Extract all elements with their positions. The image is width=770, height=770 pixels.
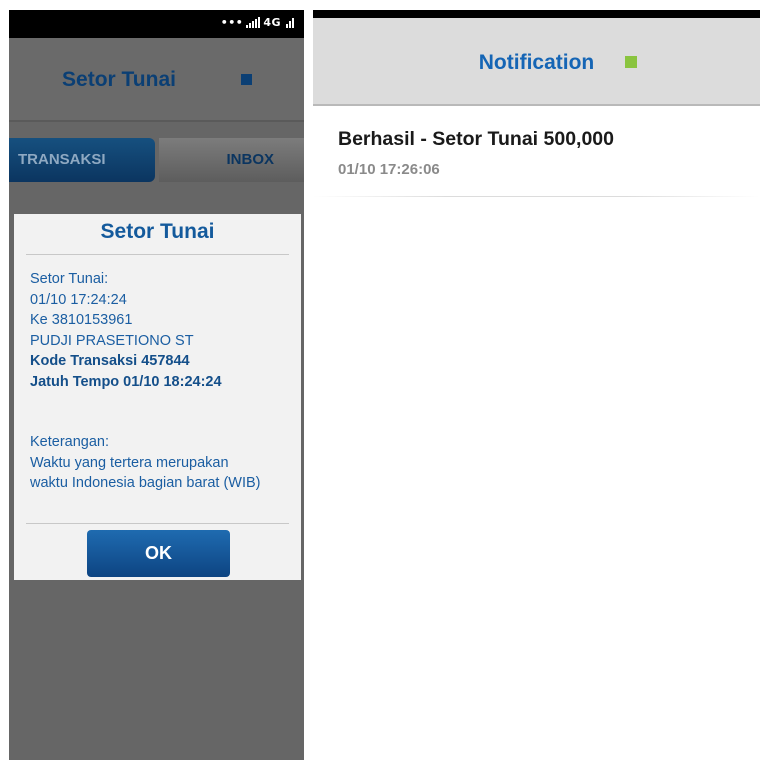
tab-transaksi[interactable]: TRANSAKSI bbox=[9, 138, 155, 182]
note-line: Keterangan: bbox=[30, 434, 110, 450]
transaction-code: Kode Transaksi 457844 bbox=[30, 353, 190, 369]
due-time: Jatuh Tempo 01/10 18:24:24 bbox=[30, 373, 222, 390]
more-dots-icon: ••• bbox=[220, 16, 244, 29]
dialog-line: PUDJI PRASETIONO ST bbox=[30, 332, 194, 349]
dialog-title-divider bbox=[26, 254, 289, 255]
notification-item-time: 01/10 17:26:06 bbox=[338, 161, 440, 178]
green-square-indicator-icon bbox=[625, 56, 637, 68]
square-indicator-icon bbox=[241, 74, 252, 85]
notification-item-title: Berhasil - Setor Tunai 500,000 bbox=[338, 128, 614, 150]
network-type-label: 4G bbox=[263, 16, 281, 29]
notification-title: Notification bbox=[478, 51, 595, 74]
notification-item[interactable]: Berhasil - Setor Tunai 500,000 01/10 17:… bbox=[313, 106, 760, 198]
list-divider bbox=[313, 196, 760, 197]
note-line: Waktu yang tertera merupakan bbox=[30, 454, 229, 471]
signal-icon bbox=[246, 17, 261, 28]
status-bar-strip bbox=[313, 10, 760, 18]
dialog-line: 01/10 17:24:24 bbox=[30, 291, 127, 308]
dialog-title: Setor Tunai bbox=[100, 220, 215, 243]
dialog-footer-divider bbox=[26, 523, 289, 524]
signal-icon-secondary bbox=[284, 17, 298, 28]
notification-header: Notification bbox=[313, 18, 760, 104]
dialog-line: Ke 3810153961 bbox=[30, 312, 133, 328]
tab-bar: TRANSAKSI INBOX bbox=[9, 136, 304, 184]
transaction-screen: ••• 4G Setor Tunai TRANSAKSI INBOX Setor… bbox=[9, 10, 304, 760]
dialog-body: Setor Tunai: 01/10 17:24:24 Ke 381015396… bbox=[30, 269, 290, 494]
ok-button[interactable]: OK bbox=[87, 530, 230, 577]
tab-inbox[interactable]: INBOX bbox=[159, 138, 304, 182]
dialog-line: Setor Tunai: bbox=[30, 271, 109, 287]
app-header: Setor Tunai bbox=[9, 38, 304, 120]
page-title: Setor Tunai bbox=[62, 68, 176, 91]
status-bar: ••• 4G bbox=[9, 10, 304, 38]
note-line: waktu Indonesia bagian barat (WIB) bbox=[30, 475, 261, 491]
header-divider bbox=[9, 120, 304, 122]
transaction-dialog: Setor Tunai Setor Tunai: 01/10 17:24:24 … bbox=[14, 214, 301, 580]
status-icons: ••• 4G bbox=[221, 16, 298, 29]
notification-screen: Notification Berhasil - Setor Tunai 500,… bbox=[313, 10, 760, 760]
